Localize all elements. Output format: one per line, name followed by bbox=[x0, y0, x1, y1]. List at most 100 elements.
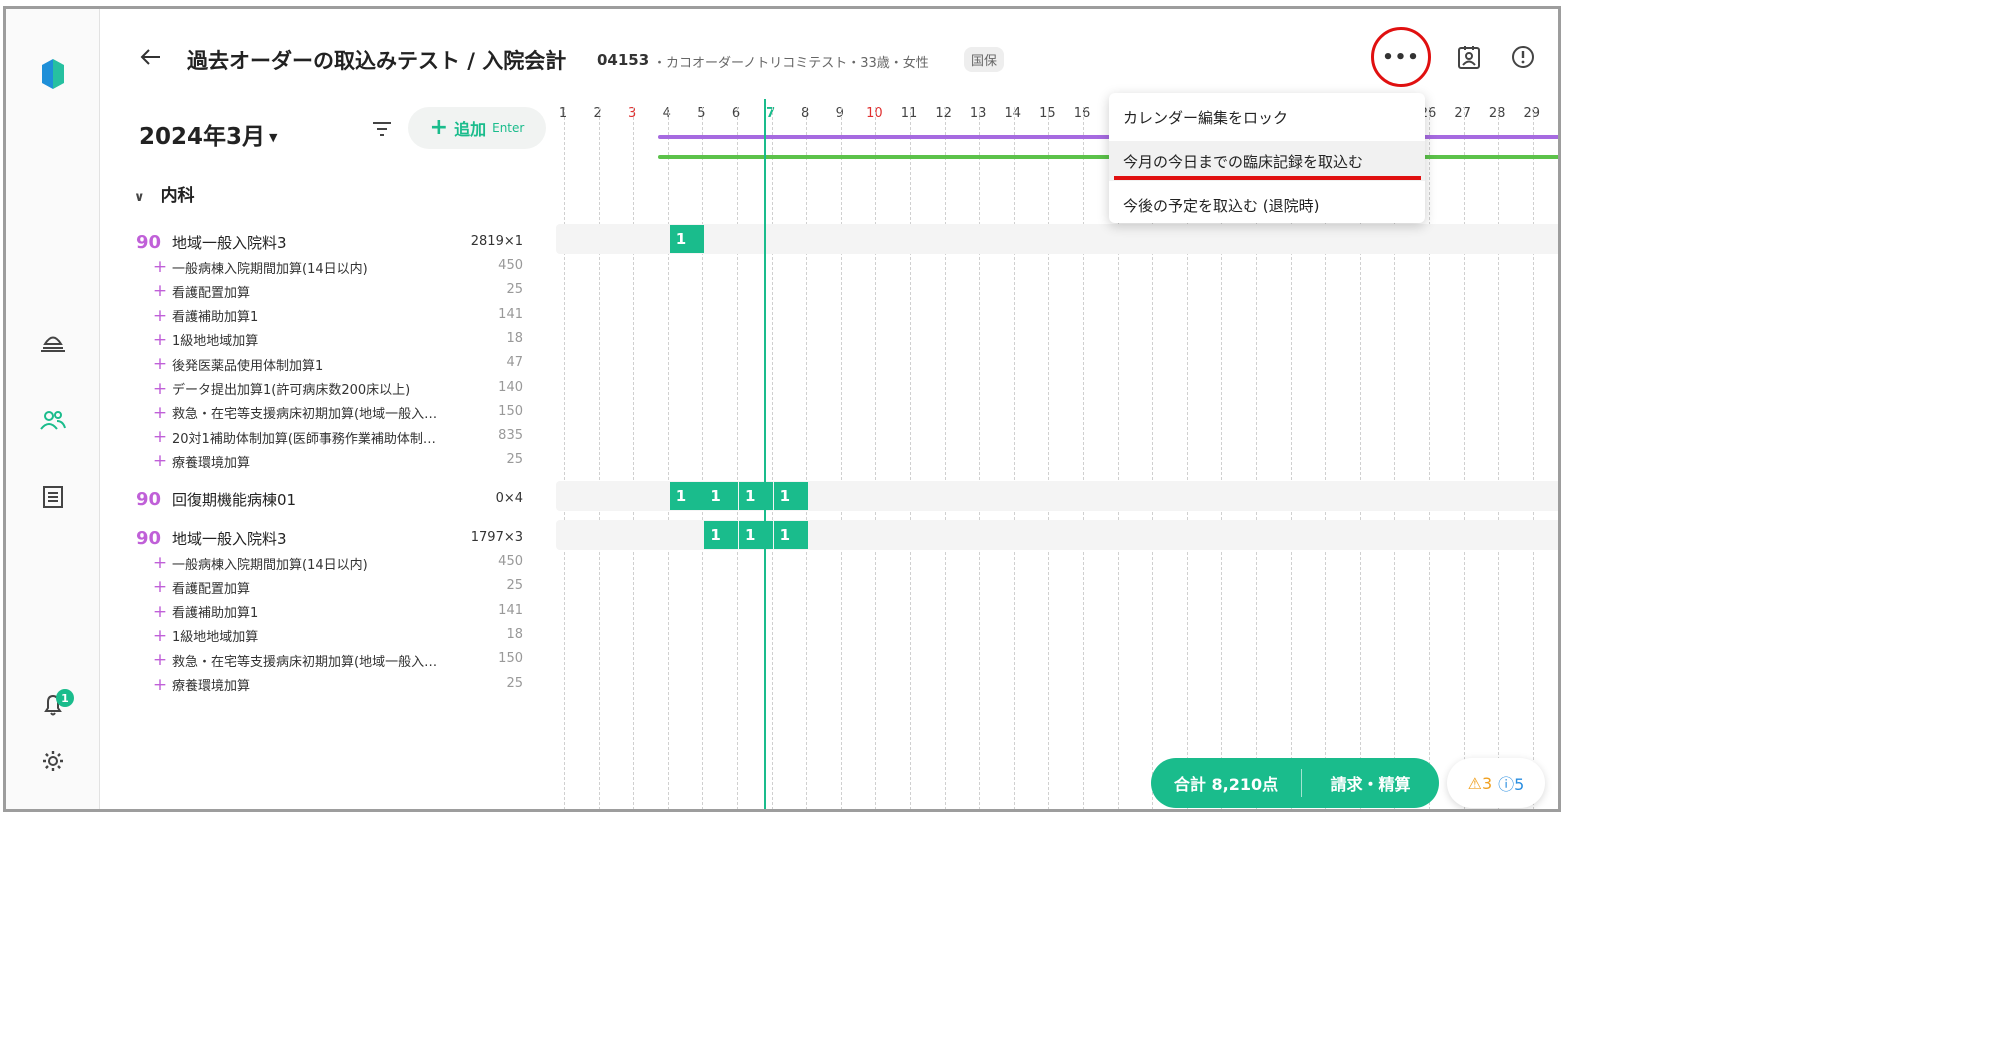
sub-item-value: 141 bbox=[498, 306, 523, 322]
sub-item-value: 835 bbox=[498, 428, 523, 444]
day-label[interactable]: 5 bbox=[684, 106, 718, 121]
calendar-cell[interactable]: 1 bbox=[704, 482, 739, 510]
sub-item-value: 140 bbox=[498, 379, 523, 395]
day-label[interactable]: 16 bbox=[1065, 106, 1099, 121]
plus-icon: + bbox=[152, 305, 168, 326]
day-label[interactable]: 27 bbox=[1446, 106, 1480, 121]
sub-item-name: 看護配置加算 bbox=[172, 285, 251, 301]
day-label[interactable]: 14 bbox=[996, 106, 1030, 121]
bed-icon[interactable] bbox=[6, 331, 99, 353]
day-label[interactable]: 7 bbox=[754, 106, 788, 121]
total-billing-button[interactable]: 合計 8,210点 請求・精算 bbox=[1151, 758, 1439, 808]
plus-icon: + bbox=[152, 354, 168, 375]
sub-item-value: 25 bbox=[506, 452, 523, 468]
plus-icon: + bbox=[152, 281, 168, 302]
order-row[interactable]: 90 回復期機能病棟01 bbox=[136, 488, 296, 510]
sub-item-row[interactable]: + 一般病棟入院期間加算(14日以内) bbox=[148, 257, 368, 277]
plus-icon: + bbox=[152, 674, 168, 695]
sub-item-name: 看護補助加算1 bbox=[172, 310, 259, 326]
sub-item-row[interactable]: + 看護補助加算1 bbox=[148, 602, 258, 622]
section-header[interactable]: ∨ 内科 bbox=[134, 181, 195, 206]
grid-line bbox=[806, 107, 808, 809]
warning-count: ⚠3 bbox=[1467, 773, 1493, 793]
order-row[interactable]: 90 地域一般入院料3 bbox=[136, 527, 287, 549]
caret-down-icon: ▼ bbox=[269, 131, 278, 144]
calendar-cell[interactable]: 1 bbox=[669, 482, 704, 510]
patients-icon[interactable] bbox=[6, 409, 99, 431]
month-selector[interactable]: 2024年3月 ▼ bbox=[139, 117, 278, 151]
day-label[interactable]: 28 bbox=[1480, 106, 1514, 121]
menu-item-import-clinical-records[interactable]: 今月の今日までの臨床記録を取込む bbox=[1109, 141, 1425, 181]
menu-item-lock-calendar[interactable]: カレンダー編集をロック bbox=[1109, 97, 1425, 137]
sub-item-row[interactable]: + 療養環境加算 bbox=[148, 674, 251, 695]
more-options-button[interactable]: ••• bbox=[1371, 27, 1431, 87]
day-label[interactable]: 4 bbox=[650, 106, 684, 121]
sub-item-name: 救急・在宅等支援病床初期加算(地域一般入… bbox=[172, 407, 438, 423]
grid-line bbox=[702, 107, 704, 809]
sub-item-name: 療養環境加算 bbox=[172, 679, 251, 694]
add-button[interactable]: + 追加 Enter bbox=[408, 107, 546, 149]
sub-item-row[interactable]: + 後発医薬品使用体制加算1 bbox=[148, 354, 323, 375]
plus-icon: + bbox=[152, 329, 168, 350]
sub-item-name: 療養環境加算 bbox=[172, 455, 251, 471]
patient-card-icon[interactable] bbox=[1454, 42, 1484, 72]
calendar-cell[interactable]: 1 bbox=[773, 521, 808, 549]
day-label[interactable]: 1 bbox=[546, 106, 580, 121]
order-row[interactable]: 90 地域一般入院料3 bbox=[136, 231, 287, 253]
day-label[interactable]: 3 bbox=[615, 106, 649, 121]
day-label[interactable]: 8 bbox=[788, 106, 822, 121]
sub-item-row[interactable]: + 看護補助加算1 bbox=[148, 305, 259, 326]
sub-item-row[interactable]: + 看護配置加算 bbox=[148, 281, 251, 302]
plus-icon: + bbox=[429, 115, 449, 140]
day-label[interactable]: 29 bbox=[1515, 106, 1549, 121]
alerts-button[interactable]: ⚠3 ⓘ5 bbox=[1447, 758, 1545, 808]
gear-icon[interactable] bbox=[6, 749, 99, 773]
day-label[interactable]: 12 bbox=[927, 106, 961, 121]
bell-icon[interactable] bbox=[6, 693, 99, 717]
sub-item-name: 一般病棟入院期間加算(14日以内) bbox=[172, 557, 368, 573]
day-label[interactable]: 10 bbox=[857, 106, 891, 121]
document-list-icon[interactable] bbox=[6, 485, 99, 509]
sub-item-value: 25 bbox=[506, 282, 523, 298]
add-label: 追加 bbox=[454, 120, 487, 139]
day-label[interactable]: 9 bbox=[823, 106, 857, 121]
menu-item-import-future-plans[interactable]: 今後の予定を取込む (退院時) bbox=[1109, 185, 1425, 225]
alert-info-icon[interactable] bbox=[1508, 42, 1538, 72]
grid-line bbox=[944, 107, 946, 809]
sub-item-row[interactable]: +1級地地域加算 bbox=[148, 625, 258, 646]
calendar-cell[interactable]: 1 bbox=[704, 521, 739, 549]
sub-item-row[interactable]: + データ提出加算1(許可病床数200床以上) bbox=[148, 379, 410, 399]
app-logo[interactable] bbox=[6, 55, 99, 93]
plus-icon: + bbox=[152, 577, 168, 598]
grid-line bbox=[633, 107, 635, 809]
plus-icon: + bbox=[152, 451, 168, 472]
sub-item-row[interactable]: + 救急・在宅等支援病床初期加算(地域一般入… bbox=[148, 650, 437, 670]
day-label[interactable]: 13 bbox=[961, 106, 995, 121]
calendar-cell[interactable]: 1 bbox=[669, 225, 704, 253]
grid-line bbox=[1498, 107, 1500, 809]
day-label[interactable]: 11 bbox=[892, 106, 926, 121]
grid-line bbox=[1429, 107, 1430, 809]
filter-icon[interactable] bbox=[370, 117, 394, 141]
sub-item-row[interactable]: + 看護配置加算 bbox=[148, 577, 250, 598]
day-label[interactable]: 2 bbox=[581, 106, 615, 121]
back-arrow-icon[interactable] bbox=[136, 42, 166, 72]
day-label[interactable]: 15 bbox=[1030, 106, 1064, 121]
grid-line bbox=[979, 107, 981, 809]
calendar-cell[interactable]: 1 bbox=[739, 482, 773, 510]
grid-line bbox=[1463, 107, 1465, 809]
add-shortcut: Enter bbox=[492, 121, 525, 135]
sub-item-row[interactable]: + 療養環境加算 bbox=[148, 451, 251, 472]
sub-item-value: 25 bbox=[506, 675, 523, 691]
today-line bbox=[764, 99, 766, 809]
plus-icon: + bbox=[152, 625, 168, 646]
sub-item-row[interactable]: + 救急・在宅等支援病床初期加算(地域一般入… bbox=[148, 403, 438, 423]
calendar-row bbox=[556, 224, 1558, 254]
day-label[interactable]: 6 bbox=[719, 106, 753, 121]
sub-item-row[interactable]: +1級地地域加算 bbox=[148, 329, 258, 350]
grid-line bbox=[875, 107, 877, 809]
calendar-cell[interactable]: 1 bbox=[773, 482, 808, 510]
calendar-cell[interactable]: 1 bbox=[739, 521, 773, 549]
sub-item-row[interactable]: + 一般病棟入院期間加算(14日以内) bbox=[148, 553, 368, 573]
sub-item-row[interactable]: +20対1補助体制加算(医師事務作業補助体制… bbox=[148, 427, 436, 447]
